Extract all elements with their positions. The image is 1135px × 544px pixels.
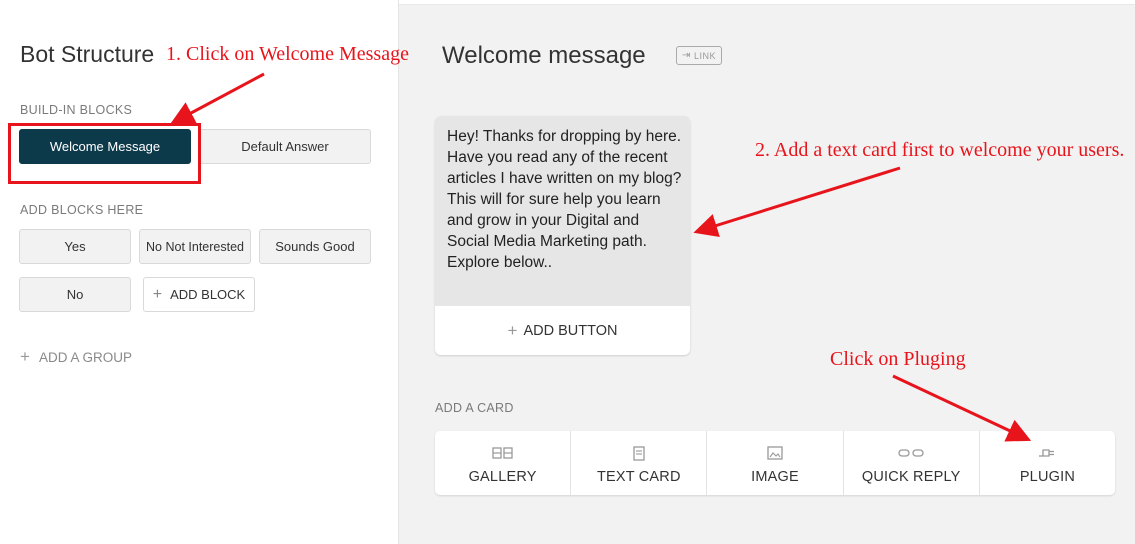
link-icon: ⇥ [682, 50, 691, 61]
add-block-button[interactable]: + ADD BLOCK [143, 277, 255, 312]
plus-icon: + [152, 285, 163, 303]
plugin-card-option[interactable]: PLUGIN [980, 431, 1115, 495]
bot-structure-sidebar: Bot Structure BUILD-IN BLOCKS Welcome Me… [0, 0, 399, 544]
add-card-toolbar: GALLERY TEXT CARD IMAGE QUICK REPLY PLUG… [435, 431, 1115, 495]
image-icon [767, 444, 783, 462]
plus-icon: + [507, 320, 518, 340]
add-button-label: ADD BUTTON [523, 322, 618, 339]
link-button[interactable]: ⇥ LINK [676, 46, 722, 65]
block-title: Welcome message [442, 42, 646, 69]
text-card-label: TEXT CARD [596, 469, 681, 485]
plus-icon: + [20, 347, 30, 366]
text-card-icon [633, 444, 645, 462]
quick-reply-card-option[interactable]: QUICK REPLY [844, 431, 980, 495]
add-group-button[interactable]: + ADD A GROUP [20, 347, 132, 367]
image-card-option[interactable]: IMAGE [707, 431, 844, 495]
link-label: LINK [693, 50, 716, 61]
annotation-step-2: 2. Add a text card first to welcome your… [755, 139, 1125, 161]
block-sounds-good[interactable]: Sounds Good [259, 229, 371, 264]
block-no-not-interested[interactable]: No Not Interested [139, 229, 251, 264]
arrow-step-2 [693, 166, 901, 237]
add-block-label: ADD BLOCK [170, 287, 246, 302]
text-card-message[interactable]: Hey! Thanks for dropping by here. Have y… [435, 116, 690, 306]
quick-reply-label: QUICK REPLY [861, 469, 961, 485]
sidebar-title: Bot Structure [20, 41, 155, 67]
quick-reply-icon [898, 444, 924, 462]
annotation-step-1: 1. Click on Welcome Message [166, 43, 409, 65]
default-answer-block[interactable]: Default Answer [199, 129, 371, 164]
plugin-label: PLUGIN [1019, 469, 1075, 485]
add-card-label: ADD A CARD [435, 401, 514, 415]
annotation-step-3: Click on Pluging [830, 348, 966, 370]
gallery-card-option[interactable]: GALLERY [435, 431, 572, 495]
builtin-blocks-label: BUILD-IN BLOCKS [20, 103, 133, 117]
text-card-option[interactable]: TEXT CARD [571, 431, 708, 495]
add-button[interactable]: + ADD BUTTON [435, 306, 690, 355]
block-yes[interactable]: Yes [19, 229, 131, 264]
gallery-label: GALLERY [468, 469, 537, 485]
image-label: IMAGE [751, 469, 799, 485]
add-blocks-label: ADD BLOCKS HERE [20, 203, 144, 217]
arrow-step-3 [892, 374, 1032, 442]
welcome-message-highlight-box [8, 123, 201, 184]
gallery-icon [491, 444, 514, 462]
plugin-icon [1038, 444, 1056, 462]
text-card: Hey! Thanks for dropping by here. Have y… [435, 116, 690, 355]
add-group-label: ADD A GROUP [38, 349, 132, 365]
block-no[interactable]: No [19, 277, 131, 312]
